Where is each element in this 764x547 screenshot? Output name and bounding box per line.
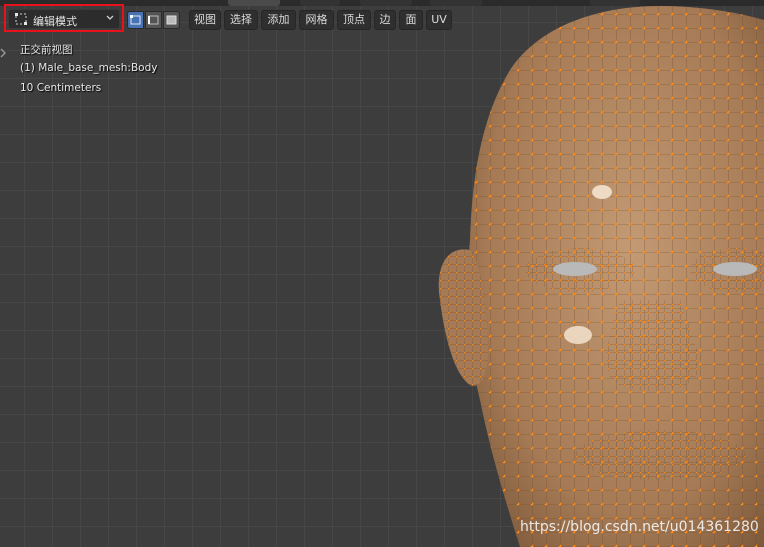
menu-edge[interactable]: 边 [374,10,396,30]
left-eyeball [553,262,597,276]
vertex-select-mode-icon [130,15,141,25]
top-tab-strip [0,0,764,6]
grid-scale-label: 10 Centimeters [20,82,102,94]
head-mesh[interactable] [0,0,764,547]
watermark-text: https://blog.csdn.net/u014361280 [520,519,759,535]
menu-select[interactable]: 选择 [224,10,258,30]
object-name-label: (1) Male_base_mesh:Body [20,62,158,74]
mode-selector-dropdown[interactable]: 编辑模式 [8,9,120,29]
menu-face[interactable]: 面 [399,10,423,30]
edge-select-button[interactable] [145,11,162,29]
face-select-mode-icon [166,15,177,25]
menu-add[interactable]: 添加 [261,10,296,30]
menu-uv[interactable]: UV [426,10,452,30]
workspace-tab[interactable] [360,0,412,6]
chevron-down-icon [106,15,114,20]
workspace-tab[interactable] [590,0,640,6]
right-eyeball [713,262,757,276]
face-select-button[interactable] [163,11,180,29]
view-name-label: 正交前视图 [20,44,73,56]
menu-vertex[interactable]: 顶点 [337,10,371,30]
workspace-tab[interactable] [300,0,340,6]
edge-select-mode-icon [148,15,159,25]
workspace-tab[interactable] [430,0,482,6]
mode-label: 编辑模式 [33,15,77,28]
workspace-tab[interactable] [228,0,280,6]
edit-mode-icon [15,13,27,25]
vertex-select-button[interactable] [127,11,144,29]
expand-toolbar-arrow-icon[interactable] [0,46,8,60]
menu-view[interactable]: 视图 [189,10,221,30]
menu-mesh[interactable]: 网格 [299,10,334,30]
